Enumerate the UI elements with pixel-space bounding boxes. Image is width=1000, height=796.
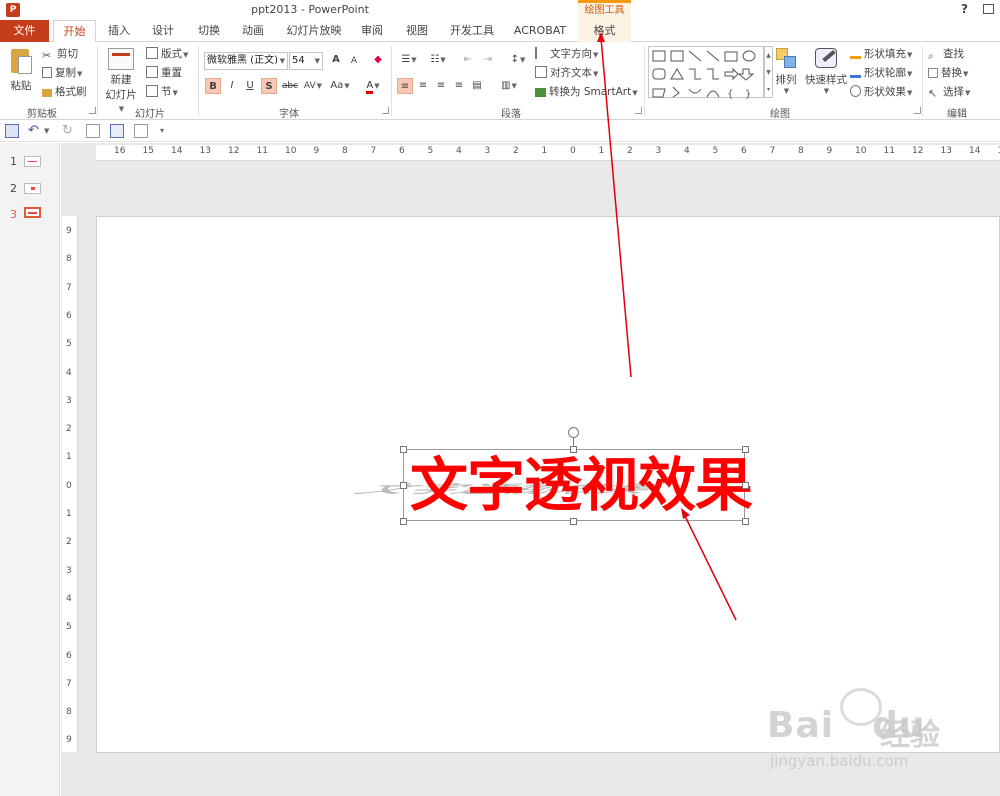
arrowhead-shadow: [681, 508, 690, 519]
watermark-url: jingyan.baidu.com: [770, 752, 909, 770]
watermark-cn: 经验: [880, 718, 940, 753]
arrow-to-format-tab: [600, 37, 632, 378]
annotation-arrows: [597, 32, 737, 621]
arrow-to-shadow: [683, 513, 737, 621]
arrowhead-up: [597, 32, 605, 42]
